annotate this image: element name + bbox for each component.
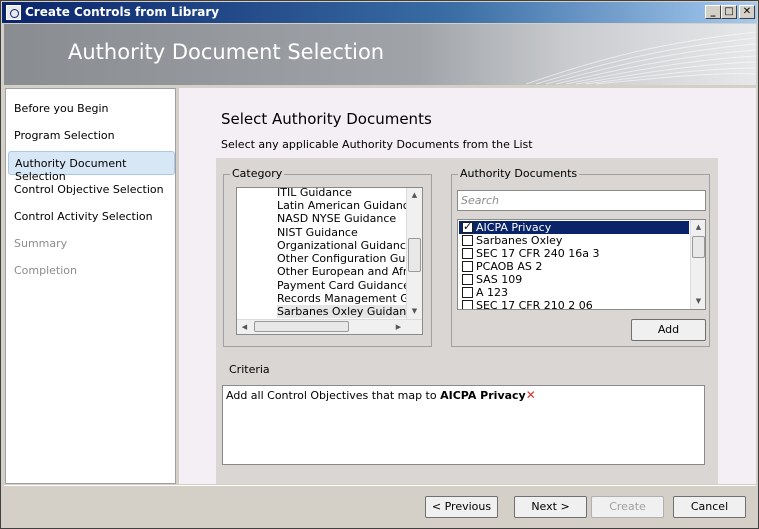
document-item-selected[interactable]: AICPA Privacy xyxy=(459,220,689,234)
checkbox-icon[interactable] xyxy=(462,274,473,285)
scroll-thumb[interactable] xyxy=(692,236,705,258)
category-item[interactable]: Organizational Guidance xyxy=(277,239,413,252)
category-legend: Category xyxy=(230,167,285,180)
scroll-down-icon[interactable]: ▼ xyxy=(407,304,422,319)
document-item[interactable]: SAS 109 xyxy=(459,273,689,286)
search-input[interactable]: Search xyxy=(457,190,706,211)
authority-documents-legend: Authority Documents xyxy=(458,167,580,180)
cancel-button-label: Cancel xyxy=(690,500,729,513)
minimize-button[interactable]: _ xyxy=(705,5,721,19)
category-vertical-scrollbar[interactable]: ▲ ▼ xyxy=(406,188,422,319)
criteria-document: AICPA Privacy xyxy=(440,389,526,402)
header-banner: Authority Document Selection xyxy=(4,24,756,85)
banner-title: Authority Document Selection xyxy=(68,40,385,64)
criteria-text: Add all Control Objectives that map to xyxy=(226,389,441,402)
document-label: SEC 17 CFR 210 2 06 xyxy=(476,299,593,310)
scroll-thumb[interactable] xyxy=(408,238,421,272)
step-before-you-begin[interactable]: Before you Begin xyxy=(14,102,109,115)
wizard-window: Create Controls from Library _ □ ✕ Autho… xyxy=(0,0,759,529)
document-item[interactable]: PCAOB AS 2 xyxy=(459,260,689,273)
wizard-steps-sidebar: Before you Begin Program Selection Autho… xyxy=(5,88,176,484)
scroll-thumb[interactable] xyxy=(254,321,349,332)
checkbox-icon[interactable] xyxy=(462,235,473,246)
category-item[interactable]: Other European and African xyxy=(277,265,422,278)
document-label: AICPA Privacy xyxy=(476,221,552,234)
checkbox-icon[interactable] xyxy=(462,261,473,272)
banner-wave-decoration xyxy=(526,31,756,85)
category-list[interactable]: ITIL Guidance Latin American Guidance NA… xyxy=(236,187,423,335)
main-content: Select Authority Documents Select any ap… xyxy=(179,88,756,484)
remove-criteria-icon[interactable]: ✕ xyxy=(526,389,536,401)
category-item[interactable]: Latin American Guidance xyxy=(277,199,416,212)
add-button[interactable]: Add xyxy=(631,319,706,341)
category-item[interactable]: Records Management Guidance xyxy=(277,292,422,305)
close-button[interactable]: ✕ xyxy=(739,5,755,19)
title-bar[interactable]: Create Controls from Library _ □ ✕ xyxy=(2,2,757,23)
authority-documents-list[interactable]: AICPA Privacy Sarbanes Oxley SEC 17 CFR … xyxy=(457,219,706,310)
step-program-selection[interactable]: Program Selection xyxy=(14,129,115,142)
step-control-objective-selection[interactable]: Control Objective Selection xyxy=(14,183,164,196)
checkbox-checked-icon[interactable] xyxy=(462,220,473,233)
document-item[interactable]: SEC 17 CFR 210 2 06 xyxy=(459,299,689,310)
next-button-label: Next > xyxy=(531,500,570,513)
category-item[interactable]: ITIL Guidance xyxy=(277,188,352,199)
document-label: Sarbanes Oxley xyxy=(476,234,563,247)
category-item-selected[interactable]: Sarbanes Oxley Guidance xyxy=(277,305,419,318)
window-title: Create Controls from Library xyxy=(25,5,220,19)
page-title: Select Authority Documents xyxy=(221,110,432,128)
category-item[interactable]: Other Configuration Guidance xyxy=(277,252,422,265)
cancel-button[interactable]: Cancel xyxy=(673,496,746,518)
scroll-up-icon[interactable]: ▲ xyxy=(407,188,422,203)
scroll-up-icon[interactable]: ▲ xyxy=(691,220,705,235)
category-horizontal-scrollbar[interactable]: ◀ ▶ xyxy=(237,319,422,334)
step-completion: Completion xyxy=(14,264,78,277)
next-button[interactable]: Next > xyxy=(514,496,587,518)
checkbox-icon[interactable] xyxy=(462,287,473,298)
scroll-left-icon[interactable]: ◀ xyxy=(237,320,252,334)
category-group: Category ITIL Guidance Latin American Gu… xyxy=(223,167,432,347)
previous-button[interactable]: < Previous xyxy=(425,496,498,518)
create-button-label: Create xyxy=(609,500,646,513)
document-item[interactable]: SEC 17 CFR 240 16a 3 xyxy=(459,247,689,260)
document-item[interactable]: Sarbanes Oxley xyxy=(459,234,689,247)
page-subtitle: Select any applicable Authority Document… xyxy=(221,138,533,151)
documents-vertical-scrollbar[interactable]: ▲ ▼ xyxy=(690,220,705,309)
category-item[interactable]: Payment Card Guidance xyxy=(277,279,410,292)
previous-button-label: < Previous xyxy=(431,500,492,513)
step-control-activity-selection[interactable]: Control Activity Selection xyxy=(14,210,153,223)
document-item[interactable]: A 123 xyxy=(459,286,689,299)
document-label: SEC 17 CFR 240 16a 3 xyxy=(476,247,600,260)
criteria-box: Add all Control Objectives that map to A… xyxy=(222,385,705,465)
category-item[interactable]: NIST Guidance xyxy=(277,226,358,239)
document-label: SAS 109 xyxy=(476,273,523,286)
document-label: PCAOB AS 2 xyxy=(476,260,543,273)
authority-documents-group: Authority Documents Search AICPA Privacy… xyxy=(451,167,710,347)
app-icon xyxy=(6,5,21,20)
criteria-label: Criteria xyxy=(229,363,270,376)
category-item[interactable]: NASD NYSE Guidance xyxy=(277,212,396,225)
document-label: A 123 xyxy=(476,286,509,299)
scroll-down-icon[interactable]: ▼ xyxy=(691,294,705,309)
scroll-right-icon[interactable]: ▶ xyxy=(391,320,406,334)
checkbox-icon[interactable] xyxy=(462,248,473,259)
wizard-footer: < Previous Next > Create Cancel xyxy=(4,485,756,527)
step-summary: Summary xyxy=(14,237,68,250)
maximize-button[interactable]: □ xyxy=(721,5,737,19)
selection-panel: Category ITIL Guidance Latin American Gu… xyxy=(216,158,718,484)
create-button: Create xyxy=(591,496,664,518)
step-authority-document-selection[interactable]: Authority Document Selection xyxy=(8,151,175,183)
checkbox-icon[interactable] xyxy=(462,300,473,309)
